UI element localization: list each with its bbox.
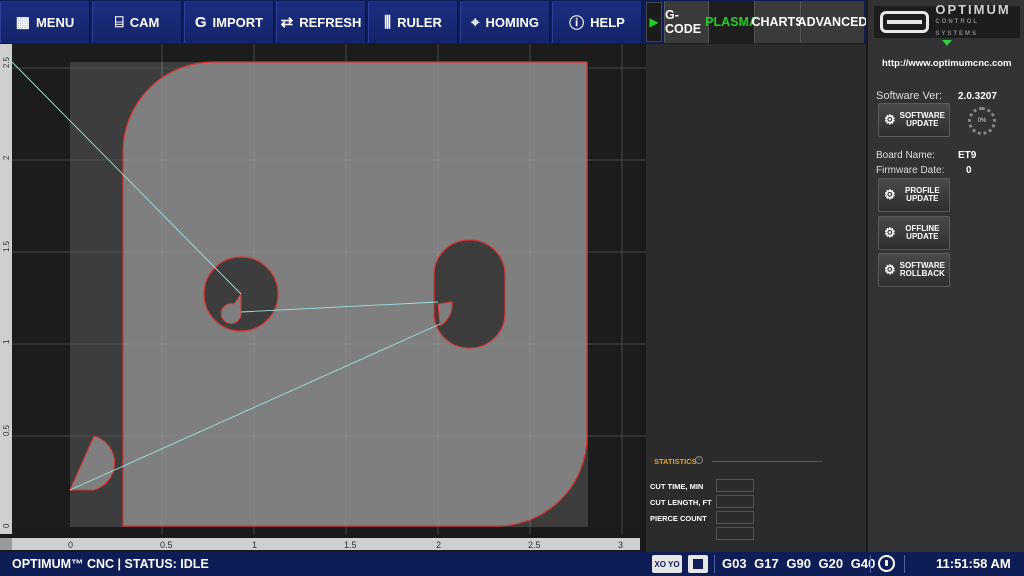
optimum-logo: OPTIMUM CONTROL SYSTEMS (874, 2, 1020, 38)
firmware-date-value: 0 (966, 165, 972, 176)
caret-down-icon (942, 40, 952, 46)
pierce-count-label: PIERCE COUNT (650, 514, 707, 523)
software-ver-label: Software Ver: (876, 90, 943, 102)
stop-button[interactable] (688, 555, 708, 573)
zero-xy-button[interactable]: XO YO (652, 555, 682, 573)
info-panel: OPTIMUM CONTROL SYSTEMS http://www.optimu… (866, 0, 1024, 552)
grid-icon: ▦ (15, 14, 30, 31)
x-tick-3: 3 (618, 540, 623, 550)
statistics-panel (646, 44, 866, 552)
info-icon[interactable]: i (695, 456, 703, 464)
refresh-icon: ⇄ (280, 14, 294, 31)
board-name-label: Board Name: (876, 150, 935, 161)
y-ruler (0, 44, 12, 534)
homing-button[interactable]: ⌖ HOMING (460, 1, 550, 43)
help-button[interactable]: ⓘ HELP (552, 1, 642, 43)
divider (904, 555, 905, 573)
y-tick-0: 0 (2, 523, 11, 528)
import-icon: G (194, 13, 207, 31)
cut-time-label: CUT TIME, MIN (650, 482, 704, 491)
profile-update-button[interactable]: ⚙ PROFILE UPDATE (878, 178, 950, 212)
status-text: OPTIMUM™ CNC | STATUS: IDLE (12, 557, 209, 571)
progress-dial: 0% (968, 107, 996, 135)
logo-mark-icon (880, 11, 930, 33)
x-tick-1-5: 1.5 (344, 540, 357, 550)
spindle-icon[interactable] (878, 555, 895, 572)
software-ver-value: 2.0.3207 (958, 91, 997, 102)
y-tick-1: 1 (2, 339, 11, 344)
tab-charts[interactable]: CHARTS (751, 1, 804, 43)
y-tick-0-5: 0.5 (2, 424, 11, 436)
import-button[interactable]: G IMPORT (184, 1, 274, 43)
cut-length-value (716, 495, 754, 508)
divider (714, 555, 715, 573)
x-tick-0-5: 0.5 (160, 540, 173, 550)
x-tick-2-5: 2.5 (528, 540, 541, 550)
statistics-title: STATISTICS (654, 457, 697, 466)
gear-icon: ⚙ (884, 225, 896, 240)
slot-hole (433, 239, 506, 349)
help-icon: ⓘ (569, 14, 585, 32)
cam-button[interactable]: ⌸ CAM (92, 1, 182, 43)
x-tick-1: 1 (252, 540, 257, 550)
pierce-count-value (716, 511, 754, 524)
statistics-divider (712, 461, 822, 462)
offline-update-button[interactable]: ⚙ OFFLINE UPDATE (878, 216, 950, 250)
gear-icon: ⚙ (884, 112, 896, 127)
tab-plasma[interactable]: PLASMA (705, 1, 758, 43)
clock: 11:51:58 AM (936, 556, 1011, 571)
extra-stat-value (716, 527, 754, 540)
toolpath-svg[interactable]: 2.5 2 1.5 1 0.5 0 0 0.5 1 1.5 2 2.5 3 (0, 44, 646, 552)
play-icon: ▶ (649, 15, 659, 29)
gear-icon: ⚙ (884, 262, 896, 277)
part-outline (122, 61, 588, 527)
x-tick-2: 2 (436, 540, 441, 550)
crosshair-icon: ⌖ (471, 13, 480, 31)
active-gcodes: G03 G17 G90 G20 G40 (722, 556, 876, 571)
website-link[interactable]: http://www.optimumcnc.com (882, 58, 1011, 69)
ruler-corner (0, 538, 12, 550)
software-update-button[interactable]: ⚙ SOFTWARE UPDATE (878, 103, 950, 137)
tab-gcode[interactable]: G-CODE (664, 1, 708, 43)
toolpath-viewport[interactable]: 2.5 2 1.5 1 0.5 0 0 0.5 1 1.5 2 2.5 3 (0, 44, 646, 552)
x-ruler (12, 538, 640, 550)
ruler-icon: ⫼ (384, 13, 392, 31)
refresh-button[interactable]: ⇄ REFRESH (276, 1, 366, 43)
board-name-value: ET9 (958, 150, 977, 161)
tab-advanced[interactable]: ADVANCED (798, 1, 867, 43)
firmware-date-label: Firmware Date: (876, 165, 945, 176)
y-tick-2: 2 (2, 155, 11, 160)
cut-time-value (716, 479, 754, 492)
logo-text: OPTIMUM CONTROL SYSTEMS (935, 2, 1011, 37)
ruler-button[interactable]: ⫼ RULER (368, 1, 458, 43)
stop-icon (693, 559, 703, 569)
x-tick-0: 0 (68, 540, 73, 550)
divider (870, 555, 871, 573)
menu-button[interactable]: ▦ MENU (0, 1, 90, 43)
panel-toggle-button[interactable]: ▶ (646, 2, 662, 42)
y-tick-1-5: 1.5 (2, 240, 11, 252)
y-tick-2-5: 2.5 (2, 56, 11, 68)
cut-length-label: CUT LENGTH, FT (650, 498, 712, 507)
gear-icon: ⚙ (884, 187, 896, 202)
software-rollback-button[interactable]: ⚙ SOFTWARE ROLLBACK (878, 253, 950, 287)
cam-icon: ⌸ (114, 13, 124, 31)
status-bar: OPTIMUM™ CNC | STATUS: IDLE XO YO G03 G1… (0, 552, 1024, 576)
top-toolbar: ▦ MENU ⌸ CAM G IMPORT ⇄ REFRESH ⫼ RULER ⌖ HOMI… (0, 0, 867, 44)
